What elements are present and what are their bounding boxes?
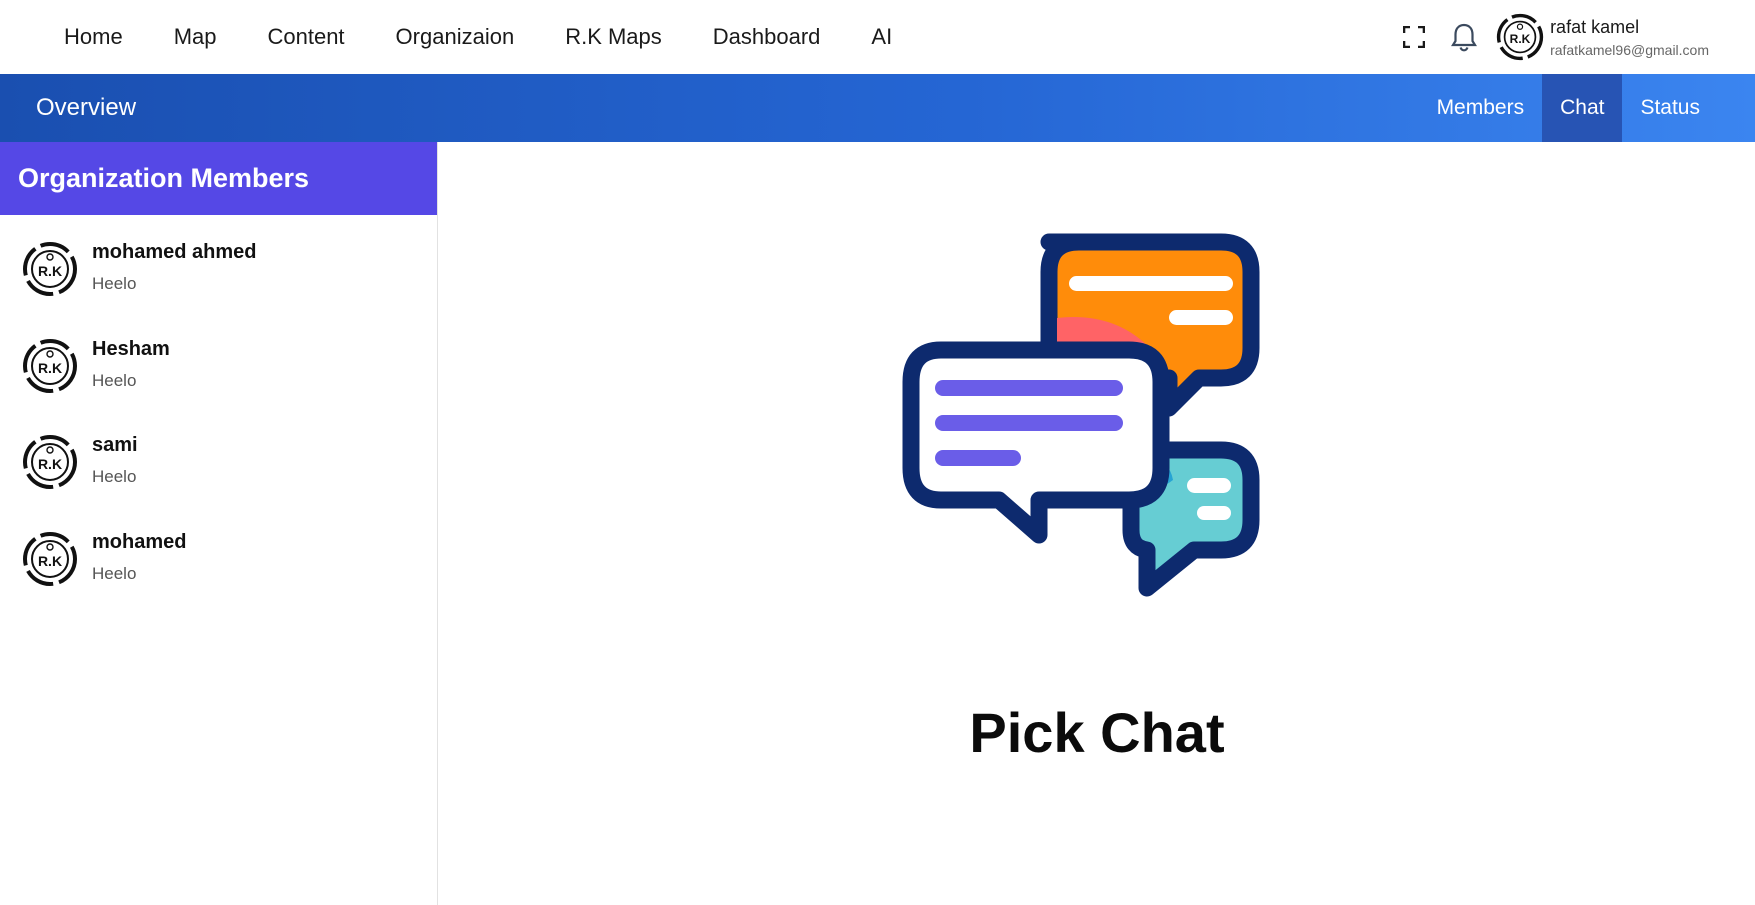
nav-item-rk-maps[interactable]: R.K Maps xyxy=(565,24,662,50)
nav-menu: Home Map Content Organizaion R.K Maps Da… xyxy=(64,24,943,50)
sidebar-title: Organization Members xyxy=(0,142,437,215)
user-email: rafatkamel96@gmail.com xyxy=(1550,41,1709,58)
member-last-message: Heelo xyxy=(92,563,137,583)
user-avatar-text: R.K xyxy=(1510,32,1531,46)
nav-user-area: R.K rafat kamel rafatkamel96@gmail.com xyxy=(1400,0,1709,74)
member-avatar-text: R.K xyxy=(38,553,62,569)
member-item[interactable]: R.K sami Heelo xyxy=(0,408,437,505)
member-avatar: R.K xyxy=(22,434,78,490)
member-last-message: Heelo xyxy=(92,467,137,486)
page-title: Overview xyxy=(36,94,137,121)
nav-item-map[interactable]: Map xyxy=(174,24,217,50)
member-name: Hesham xyxy=(92,337,170,360)
tab-chat[interactable]: Chat xyxy=(1542,74,1623,142)
member-name: mohamed xyxy=(92,530,187,553)
member-name: mohamed ahmed xyxy=(92,241,257,263)
member-avatar-text: R.K xyxy=(38,456,62,472)
page-header-band: Overview Members Chat Status xyxy=(0,74,1755,142)
tab-members[interactable]: Members xyxy=(1419,74,1543,142)
member-name: sami xyxy=(92,434,138,456)
user-info: rafat kamel rafatkamel96@gmail.com xyxy=(1550,17,1709,58)
chat-main-area: Pick Chat xyxy=(439,142,1755,905)
nav-item-ai[interactable]: AI xyxy=(871,24,892,50)
member-item[interactable]: R.K Hesham Heelo xyxy=(0,312,437,409)
tab-status[interactable]: Status xyxy=(1622,74,1755,142)
nav-item-dashboard[interactable]: Dashboard xyxy=(713,24,821,50)
chat-bubbles-icon xyxy=(899,230,1299,635)
member-last-message: Heelo xyxy=(92,370,137,390)
nav-item-home[interactable]: Home xyxy=(64,24,123,50)
top-navbar: Home Map Content Organizaion R.K Maps Da… xyxy=(0,0,1755,74)
member-avatar: R.K xyxy=(22,531,78,587)
member-avatar: R.K xyxy=(22,338,78,394)
member-avatar-text: R.K xyxy=(38,360,62,376)
user-name: rafat kamel xyxy=(1550,16,1640,37)
member-avatar: R.K xyxy=(22,241,78,297)
pick-chat-title: Pick Chat xyxy=(969,701,1225,764)
member-item[interactable]: R.K mohamed Heelo xyxy=(0,505,437,602)
members-sidebar: Organization Members R.K mohamed ahmed H… xyxy=(0,142,438,905)
member-item[interactable]: R.K mohamed ahmed Heelo xyxy=(0,215,437,312)
header-tabs: Members Chat Status xyxy=(1419,74,1755,142)
user-avatar[interactable]: R.K xyxy=(1496,13,1544,61)
bell-icon[interactable] xyxy=(1450,23,1478,52)
nav-item-content[interactable]: Content xyxy=(267,24,344,50)
fullscreen-icon[interactable] xyxy=(1400,23,1428,51)
member-avatar-text: R.K xyxy=(38,263,62,279)
member-last-message: Heelo xyxy=(92,274,137,293)
nav-item-organization[interactable]: Organizaion xyxy=(396,24,515,50)
